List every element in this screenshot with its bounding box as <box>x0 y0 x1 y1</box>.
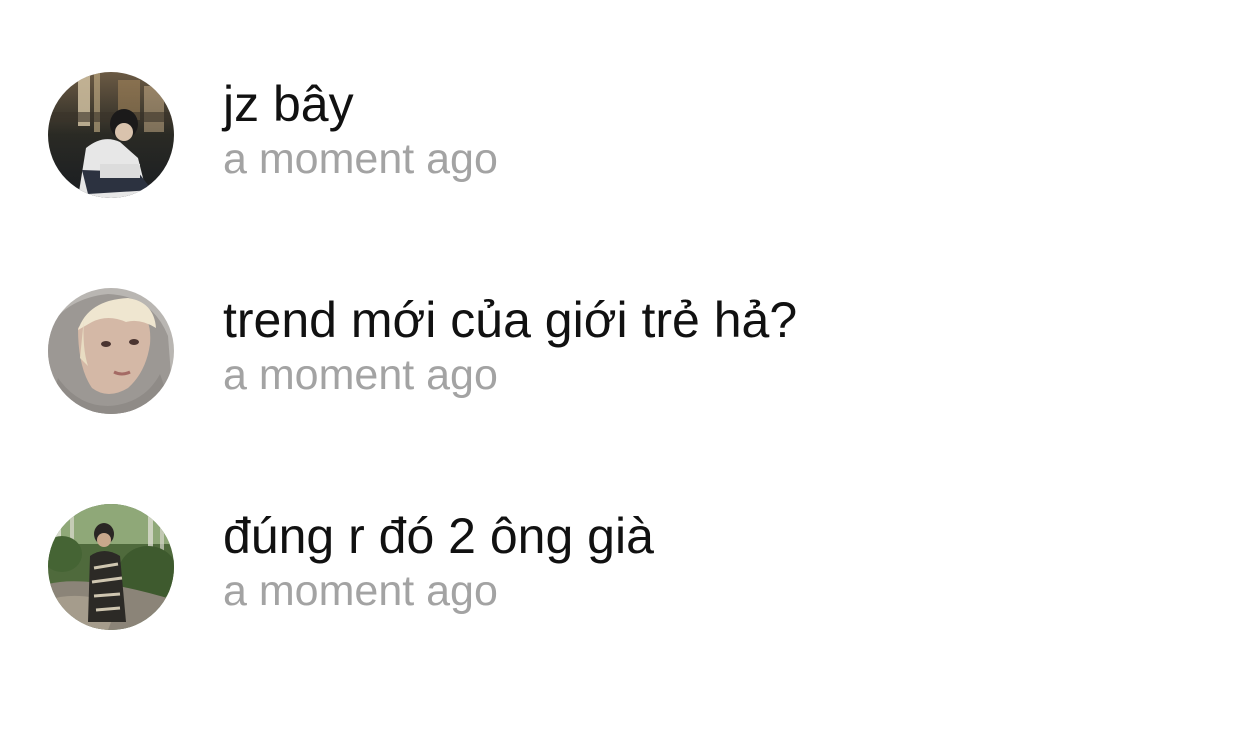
comment-text: trend mới của giới trẻ hả? <box>223 292 798 348</box>
comment-body: đúng r đó 2 ông già a moment ago <box>223 506 654 616</box>
user-photo-icon <box>48 72 174 198</box>
user-photo-icon <box>48 504 174 630</box>
avatar[interactable] <box>48 504 174 630</box>
comment-body: jz bây a moment ago <box>223 74 498 184</box>
comment-body: trend mới của giới trẻ hả? a moment ago <box>223 290 797 400</box>
comment-text: đúng r đó 2 ông già <box>223 508 654 564</box>
comment-item: trend mới của giới trẻ hả? a moment ago <box>48 288 1198 416</box>
comment-item: jz bây a moment ago <box>48 72 1198 200</box>
comment-timestamp: a moment ago <box>223 567 498 615</box>
user-photo-icon <box>48 288 174 414</box>
comment-text: jz bây <box>223 76 354 132</box>
comment-timestamp: a moment ago <box>223 351 498 399</box>
comment-list: jz bây a moment ago trend mới của giới t… <box>0 0 1242 751</box>
avatar[interactable] <box>48 288 174 414</box>
comment-timestamp: a moment ago <box>223 135 498 183</box>
avatar[interactable] <box>48 72 174 198</box>
comment-item: đúng r đó 2 ông già a moment ago <box>48 504 1198 632</box>
